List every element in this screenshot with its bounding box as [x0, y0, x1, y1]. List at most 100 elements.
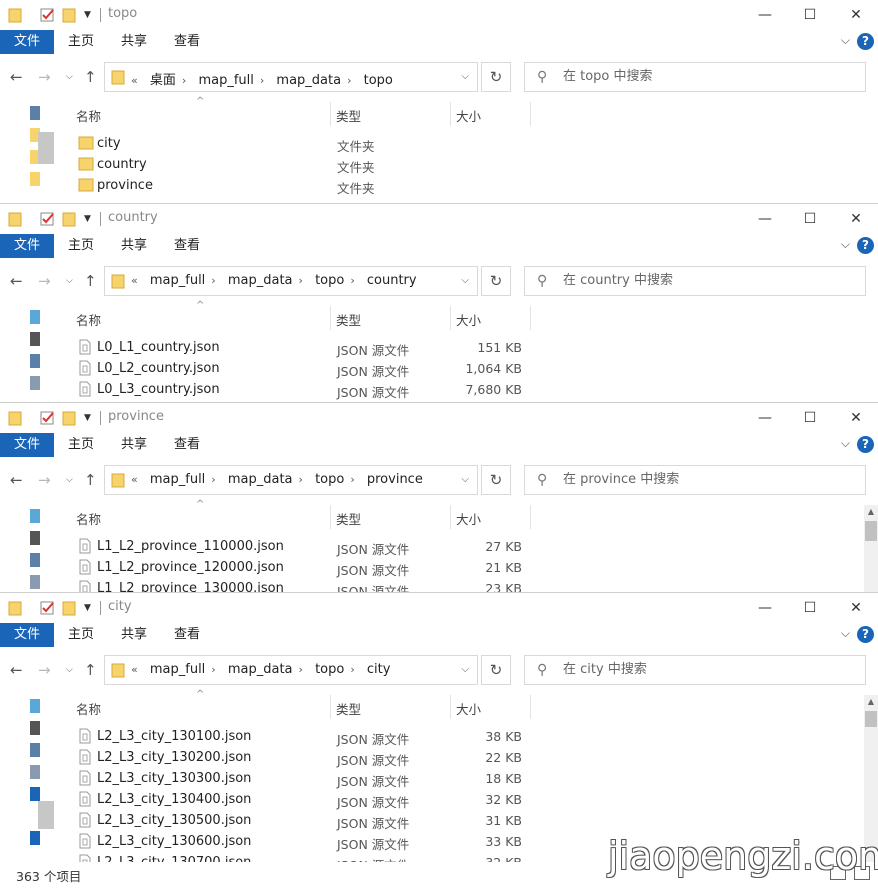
- chevron-right-icon[interactable]: ›: [260, 74, 264, 87]
- breadcrumb-item[interactable]: topo: [364, 73, 393, 88]
- tab-share[interactable]: 共享: [121, 623, 147, 647]
- up-button[interactable]: ↑: [84, 68, 97, 86]
- search-box[interactable]: ⚲: [524, 655, 866, 685]
- tab-file[interactable]: 文件: [0, 623, 54, 647]
- scrollbar-thumb[interactable]: [865, 711, 877, 727]
- column-name[interactable]: 名称: [76, 699, 101, 718]
- minimize-button[interactable]: —: [750, 4, 780, 26]
- tab-view[interactable]: 查看: [174, 234, 200, 258]
- list-item[interactable]: city 文件夹: [0, 134, 860, 155]
- chevron-down-icon[interactable]: ⌵: [841, 237, 850, 252]
- column-divider[interactable]: [530, 306, 531, 330]
- chevron-down-icon[interactable]: ⌵: [461, 275, 469, 286]
- breadcrumb-item[interactable]: map_full: [198, 73, 253, 88]
- overflow-icon[interactable]: «: [131, 663, 138, 676]
- customize-toolbar-icon[interactable]: ▼: [84, 603, 100, 619]
- address-bar[interactable]: « 桌面 › map_full › map_data › topo ⌵: [104, 62, 478, 92]
- column-name[interactable]: 名称: [76, 310, 101, 329]
- address-bar[interactable]: « map_full › map_data › topo › province ⌵: [104, 465, 478, 495]
- search-input[interactable]: [561, 272, 855, 289]
- customize-toolbar-icon[interactable]: ▼: [84, 413, 100, 429]
- chevron-right-icon[interactable]: ›: [211, 274, 215, 287]
- tab-share[interactable]: 共享: [121, 433, 147, 457]
- overflow-icon[interactable]: «: [131, 74, 138, 87]
- breadcrumb-item[interactable]: topo: [315, 273, 344, 288]
- recent-locations-button[interactable]: ⌵: [66, 276, 73, 286]
- tab-file[interactable]: 文件: [0, 30, 54, 54]
- back-button[interactable]: ←: [10, 272, 23, 290]
- vertical-scrollbar[interactable]: ▲: [864, 505, 878, 593]
- back-button[interactable]: ←: [10, 661, 23, 679]
- list-item[interactable]: L2_L3_city_130200.json JSON 源文件 22 KB: [0, 748, 860, 769]
- column-type[interactable]: 类型: [336, 106, 361, 125]
- close-button[interactable]: ✕: [841, 208, 871, 230]
- chevron-right-icon[interactable]: ›: [350, 274, 354, 287]
- list-item[interactable]: L1_L2_province_120000.json JSON 源文件 21 K…: [0, 558, 860, 579]
- column-type[interactable]: 类型: [336, 310, 361, 329]
- column-name[interactable]: 名称: [76, 106, 101, 125]
- tab-share[interactable]: 共享: [121, 234, 147, 258]
- breadcrumb-item[interactable]: map_data: [276, 73, 341, 88]
- chevron-down-icon[interactable]: ⌵: [461, 664, 469, 675]
- help-icon[interactable]: ?: [857, 626, 874, 643]
- back-button[interactable]: ←: [10, 68, 23, 86]
- maximize-button[interactable]: ☐: [795, 407, 825, 429]
- column-type[interactable]: 类型: [336, 509, 361, 528]
- breadcrumb-item[interactable]: map_full: [150, 662, 205, 677]
- scroll-up-icon[interactable]: ▲: [864, 505, 878, 519]
- breadcrumb-item[interactable]: province: [367, 472, 423, 487]
- up-button[interactable]: ↑: [84, 661, 97, 679]
- customize-toolbar-icon[interactable]: ▼: [84, 10, 100, 26]
- breadcrumb-item[interactable]: map_data: [228, 273, 293, 288]
- cloud-icon[interactable]: [30, 509, 40, 523]
- column-name[interactable]: 名称: [76, 509, 101, 528]
- help-icon[interactable]: ?: [857, 33, 874, 50]
- close-button[interactable]: ✕: [841, 597, 871, 619]
- tab-view[interactable]: 查看: [174, 30, 200, 54]
- column-divider[interactable]: [450, 505, 451, 529]
- column-divider[interactable]: [450, 306, 451, 330]
- close-button[interactable]: ✕: [841, 4, 871, 26]
- chevron-down-icon[interactable]: ⌵: [461, 71, 469, 82]
- list-item[interactable]: L0_L3_country.json JSON 源文件 7,680 KB: [0, 380, 860, 401]
- list-item[interactable]: L0_L1_country.json JSON 源文件 151 KB: [0, 338, 860, 359]
- refresh-button[interactable]: ↻: [481, 266, 511, 296]
- recent-locations-button[interactable]: ⌵: [66, 72, 73, 82]
- quick-access-icon[interactable]: [30, 106, 40, 120]
- list-item[interactable]: L1_L2_province_110000.json JSON 源文件 27 K…: [0, 537, 860, 558]
- column-divider[interactable]: [450, 695, 451, 719]
- breadcrumb-item[interactable]: city: [367, 662, 391, 677]
- close-button[interactable]: ✕: [841, 407, 871, 429]
- list-item[interactable]: L0_L2_country.json JSON 源文件 1,064 KB: [0, 359, 860, 380]
- minimize-button[interactable]: —: [750, 597, 780, 619]
- tab-home[interactable]: 主页: [68, 234, 94, 258]
- chevron-right-icon[interactable]: ›: [350, 663, 354, 676]
- overflow-icon[interactable]: «: [131, 473, 138, 486]
- column-divider[interactable]: [330, 306, 331, 330]
- chevron-right-icon[interactable]: ›: [299, 274, 303, 287]
- address-bar[interactable]: « map_full › map_data › topo › country ⌵: [104, 266, 478, 296]
- maximize-button[interactable]: ☐: [795, 4, 825, 26]
- column-divider[interactable]: [330, 695, 331, 719]
- breadcrumb-item[interactable]: topo: [315, 662, 344, 677]
- list-item[interactable]: L2_L3_city_130100.json JSON 源文件 38 KB: [0, 727, 860, 748]
- column-divider[interactable]: [530, 695, 531, 719]
- chevron-down-icon[interactable]: ⌵: [841, 626, 850, 641]
- address-bar[interactable]: « map_full › map_data › topo › city ⌵: [104, 655, 478, 685]
- scrollbar-thumb[interactable]: [865, 521, 877, 541]
- chevron-right-icon[interactable]: ›: [299, 473, 303, 486]
- column-size[interactable]: 大小: [456, 310, 481, 329]
- search-box[interactable]: ⚲: [524, 62, 866, 92]
- new-folder-icon[interactable]: [62, 7, 78, 23]
- refresh-button[interactable]: ↻: [481, 655, 511, 685]
- overflow-icon[interactable]: «: [131, 274, 138, 287]
- tab-file[interactable]: 文件: [0, 234, 54, 258]
- chevron-right-icon[interactable]: ›: [299, 663, 303, 676]
- search-input[interactable]: [561, 661, 855, 678]
- up-button[interactable]: ↑: [84, 272, 97, 290]
- list-item[interactable]: country 文件夹: [0, 155, 860, 176]
- chevron-down-icon[interactable]: ⌵: [841, 33, 850, 48]
- help-icon[interactable]: ?: [857, 237, 874, 254]
- tab-home[interactable]: 主页: [68, 433, 94, 457]
- breadcrumb-item[interactable]: topo: [315, 472, 344, 487]
